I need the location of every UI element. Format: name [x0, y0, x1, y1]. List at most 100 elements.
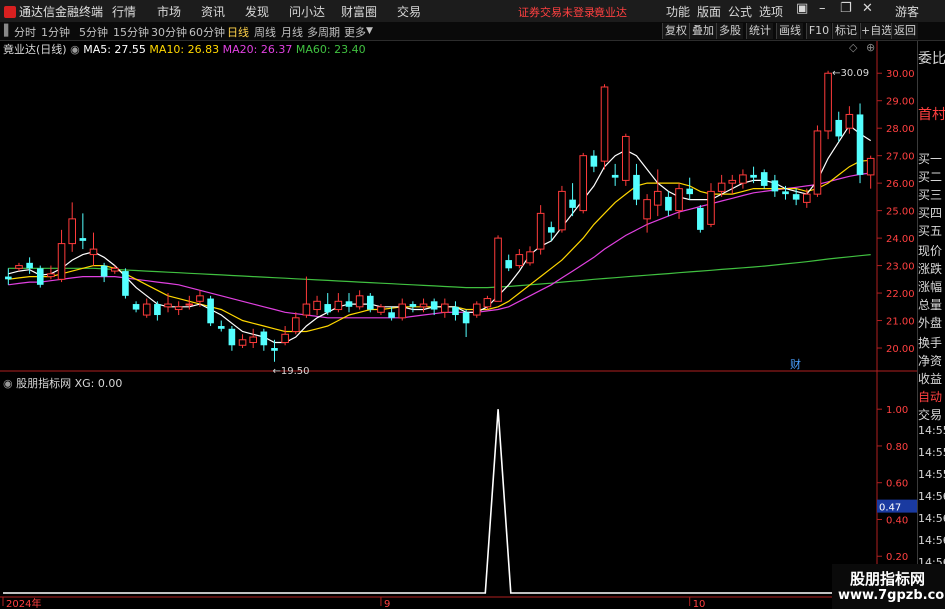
candle-body-up: [622, 135, 630, 181]
side-item: 涨跌: [918, 262, 943, 276]
candle-body-up: [238, 339, 247, 346]
date-axis: 2024年 9 10: [2, 597, 705, 609]
candle-body-down: [452, 306, 459, 316]
candle-body-up: [824, 72, 832, 132]
candle-body-up: [643, 199, 651, 220]
candle-body-down: [79, 238, 87, 241]
indicator-tick-label: 0.20: [886, 552, 908, 563]
candle-body-down: [122, 271, 129, 296]
candle-body-up: [142, 303, 151, 316]
candle-body-up: [845, 113, 854, 129]
candle-body-down: [228, 328, 236, 346]
candle-body-up: [291, 317, 300, 333]
candle-body-down: [271, 348, 278, 351]
price-tick-label: 23.00: [886, 262, 915, 273]
candle-body-up: [579, 155, 588, 212]
price-tick-label: 26.00: [886, 179, 915, 190]
watermark-line2: www.7gpzb.com: [838, 588, 945, 603]
candle-body-up: [515, 254, 524, 267]
side-item: 换手: [918, 336, 943, 350]
indicator-tick-label: 0.40: [886, 515, 908, 526]
candle-body-up: [739, 174, 747, 184]
date-tick-label: 9: [384, 599, 390, 609]
candle-body-up: [866, 157, 875, 176]
high-price-label: ←30.09: [832, 68, 869, 79]
side-item: 14:55: [918, 468, 945, 481]
side-item: 14:56: [918, 490, 945, 503]
candle-body-down: [26, 262, 33, 269]
candle-body-up: [558, 190, 566, 231]
price-tick-label: 20.00: [886, 344, 915, 355]
date-tick-label: 2024年: [6, 597, 41, 609]
ma5-line: [8, 124, 872, 344]
side-item: 买五: [918, 224, 943, 238]
price-tick-label: 28.00: [886, 124, 915, 135]
price-tick-label: 27.00: [886, 152, 915, 163]
candle-body-up: [249, 336, 257, 344]
candle-body-down: [505, 260, 513, 269]
side-item: 现价: [918, 244, 943, 258]
indicator-tick-label: 0.60: [886, 479, 908, 490]
candle-body-up: [355, 295, 364, 308]
candle-body-up: [377, 306, 385, 313]
side-item: 净资: [918, 354, 943, 368]
candle-body-down: [686, 188, 693, 195]
side-item: 总量: [918, 298, 943, 312]
candle-body-up: [68, 218, 77, 245]
candle-body-up: [675, 188, 683, 212]
candle-body-up: [185, 303, 194, 306]
watermark-box: 股朋指标网 www.7gpzb.com: [832, 564, 945, 609]
candle-body-up: [15, 265, 23, 269]
candle-body-up: [494, 237, 502, 302]
side-item: 外盘: [918, 316, 943, 330]
candle-body-up: [57, 243, 66, 280]
price-tick-label: 21.00: [886, 317, 915, 328]
candle-body-down: [217, 326, 225, 329]
price-tick-label: 30.00: [886, 69, 915, 80]
candle-body-up: [281, 333, 289, 344]
candle-body-down: [462, 312, 470, 324]
candle-body-up: [164, 303, 172, 308]
candle-body-up: [302, 303, 311, 316]
candle-body-up: [483, 298, 492, 308]
candles-series: ←30.09 ←19.50 财: [5, 68, 875, 377]
ma60-line: [8, 254, 871, 289]
candle-body-up: [419, 303, 428, 308]
xg-line: [3, 409, 876, 594]
ma20-series: [8, 172, 871, 319]
price-tick-label: 29.00: [886, 97, 915, 108]
candle-body-up: [526, 251, 534, 264]
candle-body-down: [697, 207, 704, 230]
candle-body-down: [388, 312, 395, 318]
candle-body-down: [324, 304, 332, 313]
candle-body-up: [536, 212, 545, 250]
kline-chart[interactable]: ←30.09 ←19.50 财 30.00 29.00 28.00 27.00 26.00 2…: [0, 0, 945, 609]
candle-body-up: [441, 303, 449, 313]
candle-body-down: [633, 174, 640, 200]
candle-body-down: [760, 172, 768, 186]
candle-body-down: [366, 295, 374, 310]
candle-body-down: [771, 180, 779, 192]
candle-body-up: [717, 182, 726, 192]
low-price-label: ←19.50: [272, 366, 309, 377]
candle-body-down: [611, 174, 619, 178]
candle-body-down: [430, 301, 438, 310]
candle-body-up: [653, 190, 662, 206]
candle-body-up: [196, 295, 204, 302]
side-item: 14:55: [918, 446, 945, 459]
side-item: 涨幅: [918, 280, 943, 294]
candle-body-down: [547, 227, 555, 233]
candle-body-up: [89, 248, 98, 256]
indicator-tick-label: 0.80: [886, 442, 908, 453]
candle-body-down: [36, 268, 44, 285]
candle-body-up: [813, 130, 822, 195]
candle-body-down: [154, 304, 161, 316]
side-item: 14:56: [918, 512, 945, 525]
candle-body-up: [47, 273, 55, 278]
candle-body-up: [802, 193, 811, 203]
side-item: 14:56: [918, 534, 945, 547]
ma20-line: [8, 172, 871, 319]
side-item: 首村: [918, 107, 945, 123]
watermark-line1: 股朋指标网: [850, 570, 926, 588]
cursor-value-label: 0.47: [879, 503, 901, 514]
